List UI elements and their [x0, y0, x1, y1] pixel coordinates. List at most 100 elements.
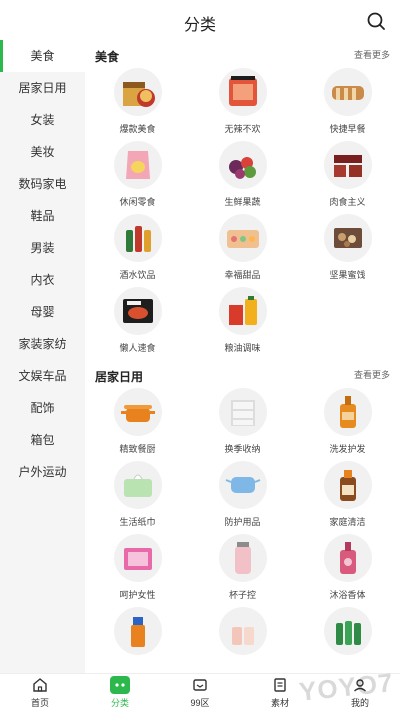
subcategory-item[interactable]: 粮油调味 — [190, 287, 295, 360]
meat-icon — [323, 141, 372, 189]
subcategory-item[interactable] — [295, 607, 400, 673]
oil-rice-icon — [218, 287, 267, 335]
toothbrush-cup-icon — [218, 607, 267, 655]
tab-label: 素材 — [270, 698, 289, 708]
subcategory-item[interactable]: 爆款美食 — [85, 68, 190, 141]
noodle-box-icon — [113, 68, 162, 116]
subcategory-item[interactable]: 杯子控 — [190, 534, 295, 607]
tab-category[interactable]: 分类 — [80, 674, 160, 711]
subcategory-grid: 爆款美食 无辣不欢 快捷早餐 休闲零食 生鲜果蔬 肉食主义 酒水饮品 幸福甜品 … — [85, 68, 400, 360]
sidebar-item-baby[interactable]: 母婴 — [0, 296, 85, 328]
section-title: 居家日用 — [95, 370, 144, 384]
disinfectant-icon — [323, 461, 372, 509]
category-sidebar: 美食 居家日用 女装 美妆 数码家电 鞋品 男装 内衣 母婴 家装家纺 文娱车品… — [0, 40, 85, 673]
subcategory-item[interactable]: 肉食主义 — [295, 141, 400, 214]
sidebar-item-entertainment-car[interactable]: 文娱车品 — [0, 360, 85, 392]
sidebar-item-electronics[interactable]: 数码家电 — [0, 168, 85, 200]
subcategory-item[interactable]: 快捷早餐 — [295, 68, 400, 141]
subcategory-item[interactable]: 懒人速食 — [85, 287, 190, 360]
section-home-goods: 居家日用 查看更多 精致餐厨 换季收纳 洗发护发 生活纸巾 防护用品 家庭清洁 … — [85, 360, 400, 673]
subcategory-item[interactable] — [85, 607, 190, 673]
subcategory-item[interactable]: 防护用品 — [190, 461, 295, 534]
subcategory-label: 坚果蜜饯 — [329, 270, 366, 280]
subcategory-label: 休闲零食 — [119, 197, 156, 207]
subcategory-item[interactable]: 坚果蜜饯 — [295, 214, 400, 287]
sidebar-item-shoes[interactable]: 鞋品 — [0, 200, 85, 232]
home-icon — [30, 676, 50, 694]
search-icon[interactable] — [366, 11, 386, 31]
subcategory-label: 快捷早餐 — [329, 124, 366, 134]
subcategory-label: 呵护女性 — [119, 590, 156, 600]
section-title: 美食 — [95, 50, 120, 64]
subcategory-label: 幸福甜品 — [224, 270, 261, 280]
mask-icon — [218, 461, 267, 509]
sidebar-item-beauty[interactable]: 美妆 — [0, 136, 85, 168]
subcategory-item[interactable]: 家庭清洁 — [295, 461, 400, 534]
subcategory-label: 精致餐厨 — [119, 444, 156, 454]
subcategory-item[interactable]: 幸福甜品 — [190, 214, 295, 287]
subcategory-label: 换季收纳 — [224, 444, 261, 454]
sanitary-pad-icon — [113, 534, 162, 582]
sidebar-item-home-textiles[interactable]: 家装家纺 — [0, 328, 85, 360]
sidebar-item-home-goods[interactable]: 居家日用 — [0, 72, 85, 104]
subcategory-label: 懒人速食 — [119, 343, 156, 353]
subcategory-label: 爆款美食 — [119, 124, 156, 134]
fruit-icon — [218, 141, 267, 189]
cup-icon — [218, 534, 267, 582]
subcategory-label: 生鲜果蔬 — [224, 197, 261, 207]
tab-home[interactable]: 首页 — [0, 674, 80, 711]
sidebar-item-mens-wear[interactable]: 男装 — [0, 232, 85, 264]
sidebar-item-womens-wear[interactable]: 女装 — [0, 104, 85, 136]
material-icon — [270, 676, 290, 694]
nuts-icon — [323, 214, 372, 262]
tab-label: 99区 — [190, 698, 210, 708]
section-food: 美食 查看更多 爆款美食 无辣不欢 快捷早餐 休闲零食 生鲜果蔬 肉食主义 酒水… — [85, 40, 400, 360]
view-more-link[interactable]: 查看更多 — [354, 48, 390, 61]
subcategory-grid: 精致餐厨 换季收纳 洗发护发 生活纸巾 防护用品 家庭清洁 呵护女性 杯子控 沐… — [85, 388, 400, 673]
sidebar-item-accessories[interactable]: 配饰 — [0, 392, 85, 424]
tab-label: 分类 — [110, 698, 129, 708]
subcategory-item[interactable]: 呵护女性 — [85, 534, 190, 607]
spicy-meat-icon — [218, 68, 267, 116]
subcategory-item[interactable]: 生活纸巾 — [85, 461, 190, 534]
dessert-icon — [218, 214, 267, 262]
tab-99zone[interactable]: 99区 — [160, 674, 240, 711]
subcategory-label: 肉食主义 — [329, 197, 366, 207]
instant-food-icon — [113, 287, 162, 335]
pot-icon — [113, 388, 162, 436]
bottles-icon — [113, 214, 162, 262]
subcategory-item[interactable]: 洗发护发 — [295, 388, 400, 461]
subcategory-item[interactable]: 沐浴香体 — [295, 534, 400, 607]
tab-label: 首页 — [30, 698, 49, 708]
subcategory-label: 沐浴香体 — [329, 590, 366, 600]
tissue-icon — [113, 461, 162, 509]
category-icon — [110, 676, 130, 694]
page-title: 分类 — [183, 17, 216, 34]
section-header: 居家日用 查看更多 — [85, 360, 400, 388]
subcategory-item[interactable]: 酒水饮品 — [85, 214, 190, 287]
sidebar-item-underwear[interactable]: 内衣 — [0, 264, 85, 296]
shampoo-icon — [323, 388, 372, 436]
subcategory-label: 粮油调味 — [224, 343, 261, 353]
subcategory-item[interactable]: 换季收纳 — [190, 388, 295, 461]
sidebar-item-food[interactable]: 美食 — [0, 40, 85, 72]
subcategory-item[interactable]: 精致餐厨 — [85, 388, 190, 461]
subcategory-label: 防护用品 — [224, 517, 261, 527]
subcategory-item[interactable]: 休闲零食 — [85, 141, 190, 214]
section-header: 美食 查看更多 — [85, 40, 400, 68]
sidebar-item-bags[interactable]: 箱包 — [0, 424, 85, 456]
body-wash-icon — [323, 534, 372, 582]
subcategory-item[interactable]: 生鲜果蔬 — [190, 141, 295, 214]
subcategory-label: 家庭清洁 — [329, 517, 366, 527]
snack-bag-icon — [113, 141, 162, 189]
subcategory-label: 洗发护发 — [329, 444, 366, 454]
bread-icon — [323, 68, 372, 116]
view-more-link[interactable]: 查看更多 — [354, 368, 390, 381]
storage-drawer-icon — [218, 388, 267, 436]
subcategory-label: 酒水饮品 — [119, 270, 156, 280]
subcategory-item[interactable]: 无辣不欢 — [190, 68, 295, 141]
sidebar-item-outdoor[interactable]: 户外运动 — [0, 456, 85, 488]
subcategory-label: 无辣不欢 — [224, 124, 261, 134]
subcategory-item[interactable] — [190, 607, 295, 673]
cleaner-spray-icon — [113, 607, 162, 655]
